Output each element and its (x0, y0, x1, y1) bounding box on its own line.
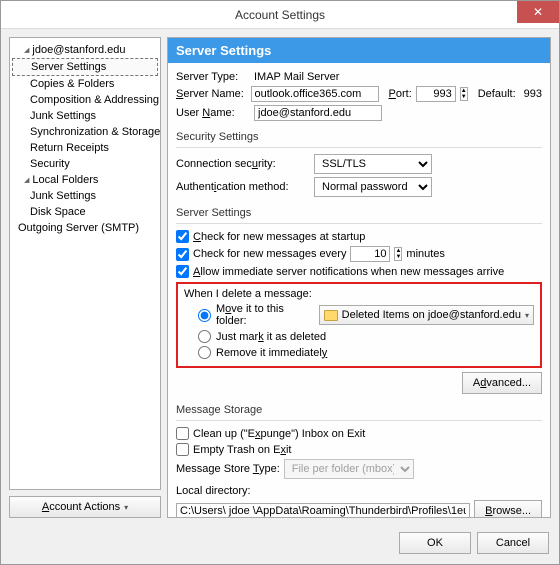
just-mark-label: Just mark it as deleted (216, 331, 326, 343)
folder-icon (324, 310, 338, 321)
account-settings-window: Account Settings ✕ jdoe@stanford.eduServ… (0, 0, 560, 565)
tree-item[interactable]: jdoe@stanford.edu (12, 42, 158, 58)
divider (176, 420, 542, 421)
interval-spinner[interactable]: ▲▼ (394, 247, 402, 261)
move-folder-value: Deleted Items on jdoe@stanford.edu (342, 309, 521, 321)
connection-security-label: Connection security: (176, 158, 310, 170)
storage-section-title: Message Storage (176, 404, 542, 416)
check-startup-checkbox[interactable] (176, 230, 189, 243)
move-folder-select[interactable]: Deleted Items on jdoe@stanford.edu ▾ (319, 305, 534, 325)
dialog-footer: OK Cancel (1, 526, 559, 564)
expunge-label: Clean up ("Expunge") Inbox on Exit (193, 428, 365, 440)
auth-method-select[interactable]: Normal password (314, 177, 432, 197)
port-label: Port: (389, 88, 412, 100)
server-name-label: Server Name: (176, 88, 247, 100)
empty-trash-checkbox[interactable] (176, 443, 189, 456)
tree-item[interactable]: Local Folders (12, 172, 158, 188)
port-spinner[interactable]: ▲▼ (460, 87, 468, 101)
local-dir-input[interactable] (176, 503, 470, 518)
sidebar: jdoe@stanford.eduServer SettingsCopies &… (9, 37, 161, 518)
auth-method-label: Authentication method: (176, 181, 310, 193)
close-icon: ✕ (533, 5, 543, 19)
server-settings-section-title: Server Settings (176, 207, 542, 219)
advanced-button[interactable]: Advanced... (462, 372, 542, 394)
account-tree[interactable]: jdoe@stanford.eduServer SettingsCopies &… (9, 37, 161, 490)
check-interval-input[interactable] (350, 246, 390, 262)
move-folder-label: Move it to this folder: (216, 303, 314, 327)
settings-panel: Server Settings Server Type: IMAP Mail S… (167, 37, 551, 518)
delete-message-group: When I delete a message: Move it to this… (176, 282, 542, 368)
ok-button[interactable]: OK (399, 532, 471, 554)
connection-security-select[interactable]: SSL/TLS (314, 154, 432, 174)
remove-now-radio[interactable] (198, 346, 211, 359)
tree-item[interactable]: Disk Space (12, 204, 158, 220)
tree-item[interactable]: Security (12, 156, 158, 172)
tree-item[interactable]: Outgoing Server (SMTP) (12, 220, 158, 236)
delete-title: When I delete a message: (184, 288, 534, 300)
tree-item[interactable]: Junk Settings (12, 188, 158, 204)
store-type-label: Message Store Type: (176, 463, 280, 475)
titlebar: Account Settings ✕ (1, 1, 559, 29)
local-dir-label: Local directory: (176, 485, 542, 497)
port-input[interactable] (416, 86, 456, 102)
check-every-label-post: minutes (406, 248, 445, 260)
security-section-title: Security Settings (176, 131, 542, 143)
account-actions-button[interactable]: Account Actions ▾ (9, 496, 161, 518)
check-every-checkbox[interactable] (176, 248, 189, 261)
allow-notify-label: Allow immediate server notifications whe… (193, 266, 504, 278)
empty-trash-label: Empty Trash on Exit (193, 444, 291, 456)
close-button[interactable]: ✕ (517, 1, 559, 23)
check-every-label-pre: Check for new messages every (193, 248, 346, 260)
content-area: jdoe@stanford.eduServer SettingsCopies &… (1, 29, 559, 526)
store-type-select: File per folder (mbox) (284, 459, 414, 479)
remove-now-label: Remove it immediately (216, 347, 327, 359)
tree-item[interactable]: Server Settings (12, 58, 158, 76)
tree-item[interactable]: Return Receipts (12, 140, 158, 156)
user-name-input[interactable] (254, 105, 382, 121)
tree-item[interactable]: Composition & Addressing (12, 92, 158, 108)
browse-button[interactable]: Browse... (474, 500, 542, 518)
move-folder-radio[interactable] (198, 309, 211, 322)
divider (176, 147, 542, 148)
default-port-value: 993 (524, 88, 542, 100)
window-title: Account Settings (235, 8, 325, 22)
chevron-down-icon: ▾ (525, 311, 529, 320)
chevron-down-icon: ▾ (124, 503, 128, 512)
tree-item[interactable]: Synchronization & Storage (12, 124, 158, 140)
panel-title: Server Settings (168, 38, 550, 63)
allow-notify-checkbox[interactable] (176, 265, 189, 278)
server-name-input[interactable] (251, 86, 379, 102)
server-type-label: Server Type: (176, 71, 250, 83)
divider (176, 223, 542, 224)
cancel-button[interactable]: Cancel (477, 532, 549, 554)
default-port-label: Default: (478, 88, 516, 100)
tree-item[interactable]: Copies & Folders (12, 76, 158, 92)
just-mark-radio[interactable] (198, 330, 211, 343)
tree-item[interactable]: Junk Settings (12, 108, 158, 124)
expunge-checkbox[interactable] (176, 427, 189, 440)
user-name-label: User Name: (176, 107, 250, 119)
check-startup-label: Check for new messages at startup (193, 231, 365, 243)
server-type-value: IMAP Mail Server (254, 71, 339, 83)
